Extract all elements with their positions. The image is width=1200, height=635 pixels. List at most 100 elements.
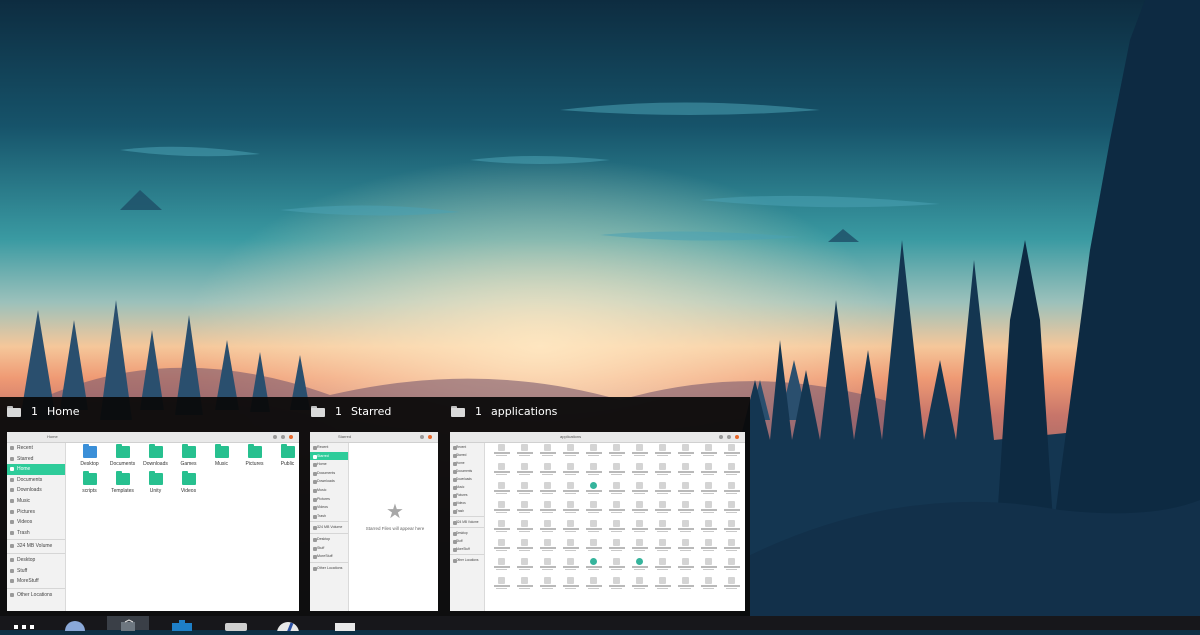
file-label-line	[608, 509, 625, 511]
file-label-line	[519, 511, 530, 513]
file-label-line	[516, 452, 533, 454]
application-file-item	[559, 558, 582, 577]
file-label-line	[726, 492, 737, 494]
folder-icon	[82, 471, 97, 485]
window-thumbnail-home[interactable]: Home Recent Starred Home Documents Downl…	[7, 432, 299, 611]
window-thumbnail-applications[interactable]: applications Recent Starred Home Documen…	[450, 432, 745, 611]
file-label-line	[726, 530, 737, 532]
sidebar-item-morestuff: MoreStuff	[7, 576, 65, 587]
taskbar	[0, 616, 1200, 635]
folder-item: Desktop	[73, 444, 106, 467]
file-label-line	[611, 492, 622, 494]
folder-item: Pictures	[238, 444, 271, 467]
application-file-item	[536, 539, 559, 558]
file-label-line	[519, 568, 530, 570]
application-file-item	[605, 463, 628, 482]
sidebar-item-pictures: Pictures	[450, 491, 484, 499]
application-file-item	[536, 463, 559, 482]
application-file-item	[536, 577, 559, 596]
file-icon	[521, 463, 528, 470]
sidebar-item-other-locations: Other Locations	[450, 556, 484, 564]
file-icon	[521, 558, 528, 565]
file-label-line	[723, 509, 740, 511]
folder-label: Documents	[109, 461, 136, 467]
sidebar-item-desktop: Desktop	[450, 529, 484, 537]
file-label-line	[562, 490, 579, 492]
application-file-item	[697, 444, 720, 463]
application-file-item	[605, 539, 628, 558]
browser-icon[interactable]	[63, 616, 87, 635]
file-icon	[498, 501, 505, 508]
close-icon	[428, 435, 432, 439]
window-title: applications	[491, 404, 558, 418]
workspace-number: 1	[31, 404, 38, 418]
file-label-line	[519, 473, 530, 475]
text-editor-icon[interactable]	[224, 616, 248, 631]
application-file-item	[513, 463, 536, 482]
window-label-starred[interactable]: 1 Starred	[311, 403, 391, 419]
file-label-line	[539, 452, 556, 454]
sidebar-item-volume: 324 MB Volume	[310, 523, 348, 532]
file-label-line	[496, 473, 507, 475]
files-icon[interactable]	[107, 616, 149, 631]
window-thumbnail-starred[interactable]: Starred Recent Starred Home Documents Do…	[310, 432, 438, 611]
path-bar: applications	[560, 434, 582, 439]
file-label-line	[703, 511, 714, 513]
application-file-item	[536, 520, 559, 539]
file-label-line	[700, 452, 717, 454]
application-file-item	[559, 444, 582, 463]
file-label-line	[516, 509, 533, 511]
file-icon	[682, 520, 689, 527]
application-file-item	[513, 577, 536, 596]
file-label-line	[631, 471, 648, 473]
folder-item: Templates	[106, 471, 139, 494]
file-label-line	[588, 568, 599, 570]
file-label-line	[542, 454, 553, 456]
file-icon	[705, 444, 712, 451]
file-icon	[705, 577, 712, 584]
file-label-line	[677, 528, 694, 530]
file-icon	[613, 444, 620, 451]
folder-item: Music	[205, 444, 238, 467]
file-icon	[636, 539, 643, 546]
window-title: Home	[47, 404, 80, 418]
store-icon[interactable]	[170, 616, 194, 631]
window-label-home[interactable]: 1 Home	[7, 403, 79, 419]
app-grid-icon[interactable]	[14, 625, 34, 630]
clock-icon[interactable]	[276, 616, 300, 635]
window-label-applications[interactable]: 1 applications	[451, 403, 557, 419]
file-label-line	[565, 454, 576, 456]
application-file-item	[559, 482, 582, 501]
application-file-item	[697, 539, 720, 558]
application-file-item	[674, 501, 697, 520]
folder-grid: Desktop Documents Downloads Games Music …	[73, 444, 299, 494]
file-label-line	[585, 585, 602, 587]
file-icon	[590, 482, 597, 489]
file-icon	[544, 558, 551, 565]
workspace-number: 1	[335, 404, 342, 418]
folder-label: Templates	[111, 488, 134, 494]
file-label-line	[496, 568, 507, 570]
file-label-line	[565, 568, 576, 570]
file-label-line	[657, 568, 668, 570]
file-icon	[498, 463, 505, 470]
notes-icon[interactable]	[334, 616, 356, 631]
file-icon	[613, 501, 620, 508]
folder-icon	[181, 471, 196, 485]
file-label-line	[519, 530, 530, 532]
folder-label: Videos	[180, 488, 197, 494]
file-icon	[590, 558, 597, 565]
file-label-line	[700, 471, 717, 473]
folder-icon	[280, 444, 295, 458]
file-label-line	[585, 490, 602, 492]
file-icon	[544, 520, 551, 527]
file-label-line	[539, 547, 556, 549]
file-label-line	[519, 587, 530, 589]
application-file-item	[582, 501, 605, 520]
file-label-line	[634, 587, 645, 589]
application-file-item	[628, 444, 651, 463]
application-file-item	[674, 520, 697, 539]
file-label-line	[700, 509, 717, 511]
folder-item: Downloads	[139, 444, 172, 467]
empty-state: ★ Starred Files will appear here	[352, 502, 438, 531]
